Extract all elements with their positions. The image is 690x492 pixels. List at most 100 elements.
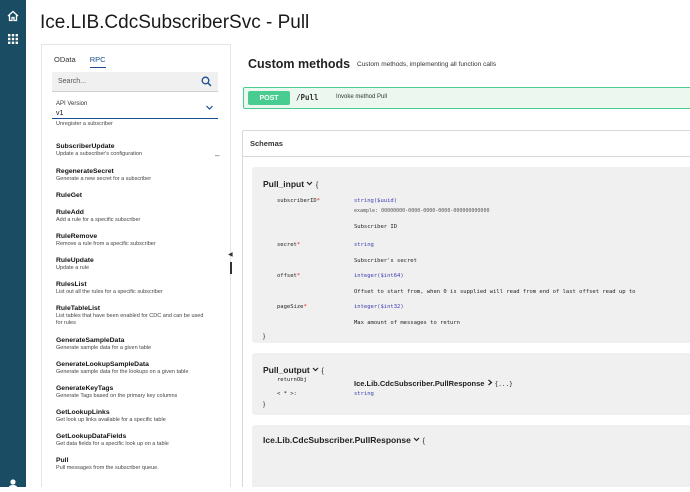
schema-pull-input: Pull_input { subscriberID* string($uuid)… bbox=[252, 167, 690, 343]
chevron-down-icon[interactable] bbox=[205, 103, 214, 112]
item-desc: Add a rule for a specific subscriber bbox=[56, 217, 141, 223]
prop-name: offset bbox=[277, 273, 297, 279]
item-desc: List out all the rules for a specific su… bbox=[56, 289, 163, 295]
item-desc: Get look up links available for a specif… bbox=[56, 417, 166, 423]
item-name: Pull bbox=[56, 457, 69, 464]
chevron-right-icon[interactable] bbox=[487, 379, 493, 386]
item-desc: Get data fields for a specific look up o… bbox=[56, 441, 169, 447]
schemas-title: Schemas bbox=[250, 139, 283, 148]
schema-pull-output: Pull_output { returnObj Ice.Lib.CdcSubsc… bbox=[252, 353, 690, 415]
left-rail bbox=[0, 0, 26, 490]
api-version-select[interactable]: API Version v1 bbox=[52, 97, 218, 119]
schemas-panel: Schemas Pull_input { subscriberID* strin… bbox=[242, 130, 690, 487]
search-icon[interactable] bbox=[201, 76, 212, 87]
prop-subscriberid: subscriberID* bbox=[277, 198, 320, 204]
list-item[interactable]: RuleRemove Remove a rule from a specific… bbox=[56, 233, 221, 248]
prop-secret: secret* bbox=[277, 242, 300, 248]
method-badge: POST bbox=[248, 91, 290, 105]
prop-additional-key: < * >: bbox=[277, 391, 297, 397]
open-brace: { bbox=[321, 368, 324, 375]
list-item[interactable]: RuleTableList List tables that have been… bbox=[56, 305, 221, 327]
list-item[interactable]: GenerateLookupSampleData Generate sample… bbox=[56, 361, 221, 376]
list-item[interactable]: GetLookupLinks Get look up links availab… bbox=[56, 409, 221, 424]
item-name: RuleAdd bbox=[56, 209, 84, 216]
prop-example: example: 00000000-0000-0000-0000-0000000… bbox=[354, 208, 490, 214]
api-version-value: v1 bbox=[56, 110, 64, 117]
chevron-down-icon[interactable] bbox=[306, 180, 313, 187]
item-name: RuleGet bbox=[56, 192, 83, 199]
item-name: RuleRemove bbox=[56, 233, 98, 240]
prop-name: secret bbox=[277, 242, 297, 248]
item-name: RuleUpdate bbox=[56, 257, 94, 264]
item-name: GenerateSampleData bbox=[56, 337, 125, 344]
list-item[interactable]: RuleUpdate Update a rule bbox=[56, 257, 221, 272]
ref-collapsed: {...} bbox=[494, 381, 513, 388]
grid-icon[interactable] bbox=[5, 31, 21, 47]
search-input[interactable]: Search... bbox=[58, 78, 86, 85]
prop-pagesize: pageSize* bbox=[277, 304, 307, 310]
list-item[interactable]: SubscriberUpdate Update a subscriber's c… bbox=[56, 143, 221, 158]
item-desc: Update a subscriber's configuration bbox=[56, 151, 143, 157]
prop-type: string($uuid) bbox=[354, 198, 398, 204]
open-brace: { bbox=[315, 182, 319, 189]
operation-summary: Invoke method Pull bbox=[336, 94, 388, 100]
search-box[interactable]: Search... bbox=[52, 72, 218, 92]
prop-desc: Subscriber ID bbox=[354, 224, 398, 230]
required-mark: * bbox=[296, 242, 301, 248]
user-icon[interactable] bbox=[5, 476, 21, 492]
operation-path: /Pull bbox=[296, 93, 319, 102]
tab-rpc[interactable]: RPC bbox=[89, 55, 106, 68]
item-desc: Pull messages from the subscriber queue. bbox=[56, 465, 159, 471]
item-desc: Remove a rule from a specific subscriber bbox=[56, 241, 156, 247]
required-mark: * bbox=[316, 198, 321, 204]
model-name[interactable]: Pull_output { bbox=[263, 365, 324, 375]
prop-desc: Max amount of messages to return bbox=[354, 320, 460, 326]
prop-offset: offset* bbox=[277, 273, 300, 279]
close-brace: } bbox=[263, 333, 266, 340]
list-item[interactable]: Pull Pull messages from the subscriber q… bbox=[56, 457, 221, 472]
operation-post-pull[interactable]: POST /Pull Invoke method Pull bbox=[243, 87, 690, 109]
item-desc: List tables that have been enabled for C… bbox=[56, 313, 204, 326]
prop-type: string bbox=[354, 242, 374, 248]
item-name: GenerateKeyTags bbox=[56, 385, 114, 392]
item-desc: Generate a new secret for a subscriber bbox=[56, 176, 152, 182]
item-name: GetLookupDataFields bbox=[56, 433, 127, 440]
item-desc: Generate sample data for a given table bbox=[56, 345, 152, 351]
item-name: GetLookupLinks bbox=[56, 409, 110, 416]
list-item[interactable]: GetLookupDataFields Get data fields for … bbox=[56, 433, 221, 448]
list-item[interactable]: GenerateSampleData Generate sample data … bbox=[56, 337, 221, 352]
api-version-label: API Version bbox=[56, 101, 88, 107]
item-name: RulesList bbox=[56, 281, 87, 288]
item-name: SubscriberUpdate bbox=[56, 143, 115, 150]
schema-pull-response: Ice.Lib.CdcSubscriber.PullResponse { bbox=[252, 425, 690, 487]
prop-desc: Subscriber's secret bbox=[354, 258, 417, 264]
section-title[interactable]: Custom methods bbox=[248, 57, 350, 71]
model-name[interactable]: Ice.Lib.CdcSubscriber.PullResponse { bbox=[263, 435, 425, 445]
list-item[interactable]: Unregister a subscriber bbox=[56, 121, 221, 128]
list-item[interactable]: RuleAdd Add a rule for a specific subscr… bbox=[56, 209, 221, 224]
list-item[interactable]: RegenerateSecret Generate a new secret f… bbox=[56, 168, 221, 183]
schemas-header[interactable]: Schemas bbox=[243, 131, 690, 157]
prop-returnobj: returnObj bbox=[277, 377, 307, 383]
ref-pull-response[interactable]: Ice.Lib.CdcSubscriber.PullResponse {...} bbox=[354, 379, 513, 388]
chevron-down-icon[interactable] bbox=[312, 366, 319, 373]
item-desc: Generate Tags based on the primary key c… bbox=[56, 393, 178, 399]
model-title: Pull_input bbox=[263, 179, 305, 189]
list-item[interactable]: RulesList List out all the rules for a s… bbox=[56, 281, 221, 296]
api-tabs: OData RPC bbox=[54, 55, 106, 68]
close-brace: } bbox=[263, 401, 266, 408]
list-item[interactable]: RuleGet bbox=[56, 192, 221, 199]
model-name[interactable]: Pull_input { bbox=[263, 179, 318, 189]
model-title: Ice.Lib.CdcSubscriber.PullResponse bbox=[263, 435, 411, 445]
item-name: GenerateLookupSampleData bbox=[56, 361, 149, 368]
prop-type: integer($int32) bbox=[354, 304, 404, 310]
list-item[interactable]: GenerateKeyTags Generate Tags based on t… bbox=[56, 385, 221, 400]
required-mark: * bbox=[296, 273, 301, 279]
chevron-down-icon[interactable] bbox=[413, 436, 420, 443]
tab-odata[interactable]: OData bbox=[54, 55, 76, 68]
home-icon[interactable] bbox=[5, 8, 21, 24]
item-desc: Unregister a subscriber bbox=[56, 121, 113, 127]
item-name: RegenerateSecret bbox=[56, 168, 114, 175]
prop-name: subscriberID bbox=[277, 198, 317, 204]
prop-additional-type: string bbox=[354, 391, 374, 397]
